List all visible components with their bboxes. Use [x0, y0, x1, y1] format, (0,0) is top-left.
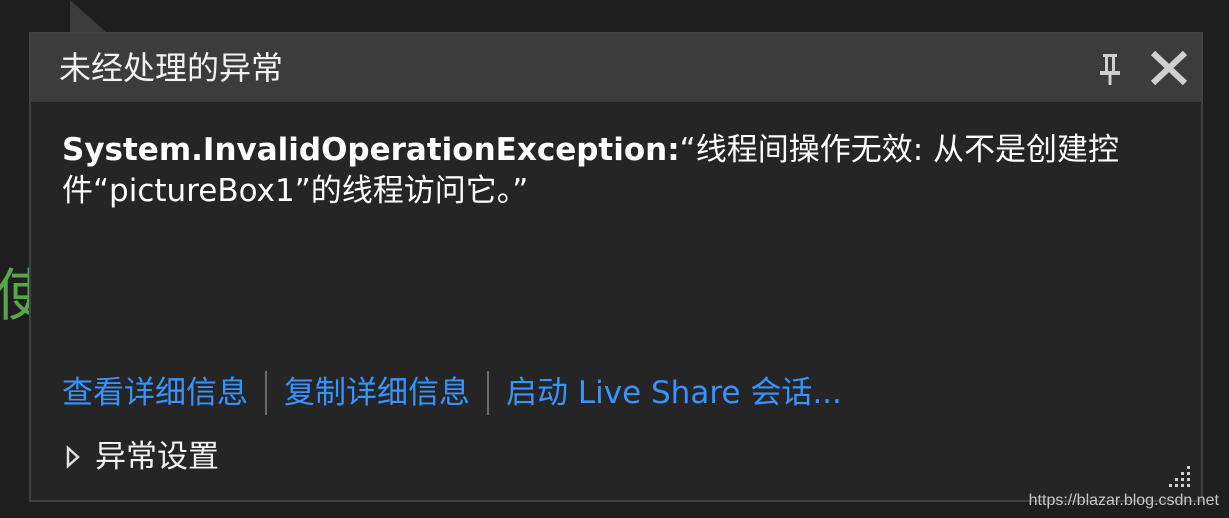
live-share-link[interactable]: 启动 Live Share 会话... [506, 373, 842, 413]
close-icon [1150, 50, 1188, 86]
exception-type: System.InvalidOperationException: [62, 132, 680, 168]
exception-settings-label: 异常设置 [95, 439, 219, 475]
action-links: 查看详细信息 复制详细信息 启动 Live Share 会话... [62, 370, 842, 416]
link-separator [487, 371, 489, 415]
close-button[interactable] [1149, 50, 1189, 86]
exception-helper-popup: 未经处理的异常 System.InvalidOperationException… [29, 32, 1203, 502]
exception-settings-toggle[interactable]: 异常设置 [65, 434, 219, 480]
watermark-text: https://blazar.blog.csdn.net [1028, 492, 1219, 509]
pin-icon [1100, 54, 1120, 85]
popup-pointer [70, 0, 106, 32]
link-separator [265, 371, 267, 415]
resize-grip-icon[interactable] [1167, 464, 1193, 494]
exception-message: System.InvalidOperationException:“线程间操作无… [62, 130, 1182, 212]
popup-titlebar: 未经处理的异常 [31, 34, 1201, 102]
triangle-right-icon [66, 445, 80, 469]
copy-details-link[interactable]: 复制详细信息 [284, 373, 470, 413]
pin-button[interactable] [1097, 52, 1123, 86]
view-details-link[interactable]: 查看详细信息 [62, 373, 248, 413]
popup-title: 未经处理的异常 [59, 49, 284, 87]
